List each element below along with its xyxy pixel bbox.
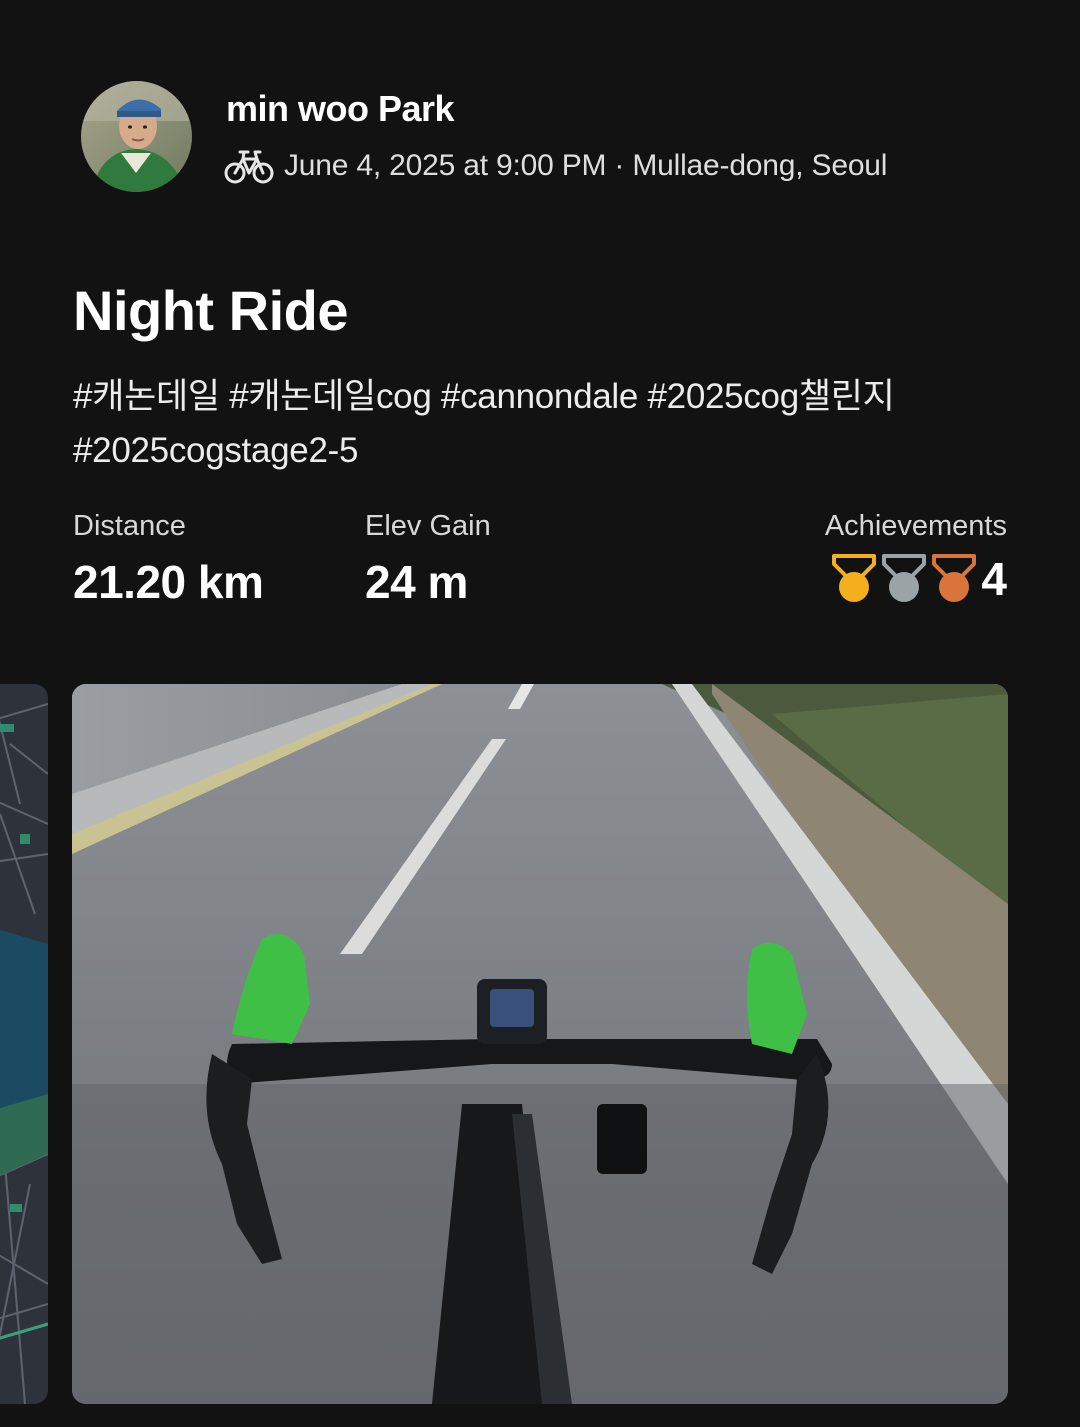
avatar-image [81,81,192,192]
silver-medal-icon [882,554,927,602]
stat-distance: Distance 21.20 km [73,510,264,609]
stat-elev-gain-label: Elev Gain [365,510,491,542]
route-map-icon [0,684,48,1404]
stat-distance-value: 21.20 km [73,556,264,608]
stat-elev-gain-value: 24 m [365,556,468,608]
ride-photo-icon [72,684,1008,1404]
stat-achievements[interactable]: Achievements 4 [825,510,1007,607]
achievements-medals: 4 [825,551,1007,607]
activity-description: #캐논데일 #캐논데일cog #cannondale #2025cog챌린지 #… [73,377,895,470]
stat-elev-gain: Elev Gain 24 m [365,510,491,609]
gold-medal-icon [832,554,877,602]
bike-icon [224,148,274,184]
avatar[interactable] [81,81,192,192]
bronze-medal-icon [932,554,977,602]
achievements-count: 4 [981,553,1007,605]
stat-achievements-label: Achievements [824,510,1007,542]
activity-meta: June 4, 2025 at 9:00 PM · Mullae-dong, S… [224,146,887,186]
stat-distance-label: Distance [73,510,186,542]
activity-date-location: June 4, 2025 at 9:00 PM · Mullae-dong, S… [284,149,888,182]
activity-title: Night Ride [73,279,348,342]
ride-photo[interactable] [72,684,1008,1404]
athlete-name[interactable]: min woo Park [226,88,455,130]
route-map-thumbnail[interactable] [0,684,48,1404]
